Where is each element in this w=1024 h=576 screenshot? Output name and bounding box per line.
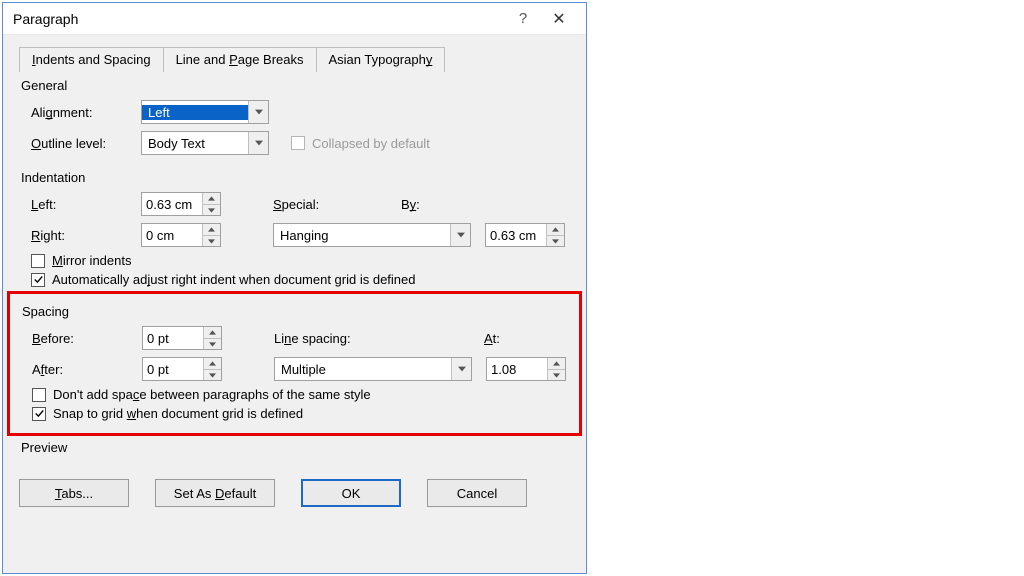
collapsed-default-label: Collapsed by default xyxy=(312,136,430,151)
chevron-down-icon xyxy=(450,224,470,246)
section-spacing: Spacing xyxy=(22,304,569,319)
section-general: General xyxy=(21,78,570,93)
dialog-body: General Alignment: Left Outline level: B… xyxy=(3,78,586,471)
chevron-down-icon xyxy=(451,358,471,380)
dont-add-space-label: Don't add space between paragraphs of th… xyxy=(53,387,371,402)
chevron-down-icon xyxy=(248,101,268,123)
auto-adjust-label: Automatically adjust right indent when d… xyxy=(52,272,416,287)
tab-strip: Indents and Spacing Line and Page Breaks… xyxy=(19,47,586,72)
alignment-select[interactable]: Left xyxy=(141,100,269,124)
titlebar: Paragraph ? ✕ xyxy=(3,3,586,35)
dont-add-space-checkbox[interactable] xyxy=(32,388,46,402)
at-label: At: xyxy=(484,331,500,346)
special-select[interactable]: Hanging xyxy=(273,223,471,247)
by-spinner[interactable]: 0.63 cm xyxy=(485,223,565,247)
spinner-buttons[interactable] xyxy=(547,358,565,380)
snap-to-grid-label: Snap to grid when document grid is defin… xyxy=(53,406,303,421)
paragraph-dialog: Paragraph ? ✕ Indents and Spacing Line a… xyxy=(2,2,587,574)
collapsed-default-checkbox xyxy=(291,136,305,150)
chevron-down-icon xyxy=(248,132,268,154)
tab-asian-typography[interactable]: Asian Typography xyxy=(316,47,446,72)
section-preview: Preview xyxy=(21,440,570,455)
dialog-title: Paragraph xyxy=(13,11,506,27)
set-as-default-button[interactable]: Set As Default xyxy=(155,479,275,507)
line-spacing-label: Line spacing: xyxy=(274,331,484,346)
spinner-buttons[interactable] xyxy=(546,224,564,246)
at-spinner[interactable]: 1.08 xyxy=(486,357,566,381)
spinner-buttons[interactable] xyxy=(202,193,220,215)
tab-indents-spacing[interactable]: Indents and Spacing xyxy=(19,47,164,72)
spacing-before-label: Before: xyxy=(32,331,142,346)
help-icon[interactable]: ? xyxy=(506,10,540,27)
spinner-buttons[interactable] xyxy=(202,224,220,246)
snap-to-grid-checkbox[interactable] xyxy=(32,407,46,421)
outline-level-select[interactable]: Body Text xyxy=(141,131,269,155)
tabs-button[interactable]: Tabs... xyxy=(19,479,129,507)
ok-button[interactable]: OK xyxy=(301,479,401,507)
indent-right-label: Right: xyxy=(31,228,141,243)
spinner-buttons[interactable] xyxy=(203,358,221,380)
tab-line-page-breaks[interactable]: Line and Page Breaks xyxy=(163,47,317,72)
spacing-after-spinner[interactable]: 0 pt xyxy=(142,357,222,381)
dialog-footer: Tabs... Set As Default OK Cancel xyxy=(3,471,586,507)
alignment-label: Alignment: xyxy=(31,105,141,120)
spacing-highlight: Spacing Before: 0 pt Line spacing: At: A… xyxy=(7,291,582,436)
spinner-buttons[interactable] xyxy=(203,327,221,349)
cancel-button[interactable]: Cancel xyxy=(427,479,527,507)
outline-level-label: Outline level: xyxy=(31,136,141,151)
indent-left-label: Left: xyxy=(31,197,141,212)
by-label: By: xyxy=(401,197,420,212)
spacing-after-label: After: xyxy=(32,362,142,377)
auto-adjust-checkbox[interactable] xyxy=(31,273,45,287)
mirror-indents-checkbox[interactable] xyxy=(31,254,45,268)
indent-right-spinner[interactable]: 0 cm xyxy=(141,223,221,247)
special-label: Special: xyxy=(273,197,401,212)
line-spacing-select[interactable]: Multiple xyxy=(274,357,472,381)
indent-left-spinner[interactable]: 0.63 cm xyxy=(141,192,221,216)
section-indentation: Indentation xyxy=(21,170,570,185)
close-icon[interactable]: ✕ xyxy=(540,9,578,29)
spacing-before-spinner[interactable]: 0 pt xyxy=(142,326,222,350)
mirror-indents-label: Mirror indents xyxy=(52,253,131,268)
